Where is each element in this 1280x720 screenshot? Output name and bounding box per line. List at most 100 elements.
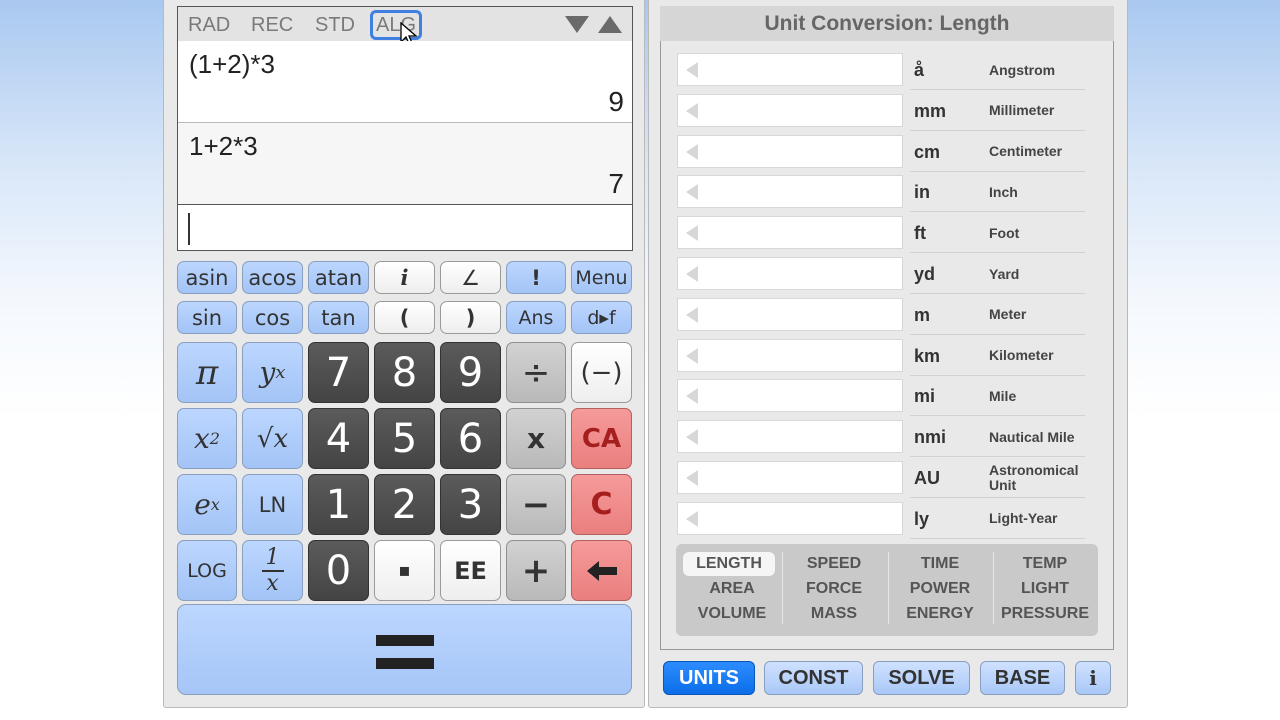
left-arrow-icon[interactable] xyxy=(686,143,698,160)
minus-key[interactable]: − xyxy=(506,474,566,535)
pi-key[interactable]: π xyxy=(177,342,237,403)
category-mass[interactable]: MASS xyxy=(782,602,886,626)
unit-value-input[interactable] xyxy=(677,501,903,535)
tab-const[interactable]: CONST xyxy=(764,661,863,695)
acos-key[interactable]: acos xyxy=(242,261,303,294)
digit-0-key[interactable]: 0 xyxy=(308,540,369,601)
mode-rad-button[interactable]: RAD xyxy=(188,13,230,37)
unit-value-input[interactable] xyxy=(677,175,903,209)
exp-key[interactable]: ex xyxy=(177,474,237,535)
unit-value-input[interactable] xyxy=(677,93,903,127)
atan-key[interactable]: atan xyxy=(308,261,369,294)
tab-solve[interactable]: SOLVE xyxy=(873,661,970,695)
left-arrow-icon[interactable] xyxy=(686,306,698,323)
equals-icon-top xyxy=(376,635,434,646)
clear-key[interactable]: C xyxy=(571,474,632,535)
divide-key[interactable]: ÷ xyxy=(506,342,566,403)
sin-key[interactable]: sin xyxy=(177,301,237,334)
digit-4-key[interactable]: 4 xyxy=(308,408,369,469)
ans-key[interactable]: Ans xyxy=(506,301,566,334)
ln-key[interactable]: LN xyxy=(242,474,303,535)
category-pressure[interactable]: PRESSURE xyxy=(993,602,1097,626)
power-key[interactable]: yx xyxy=(242,342,303,403)
category-light[interactable]: LIGHT xyxy=(993,577,1097,601)
multiply-key[interactable]: x xyxy=(506,408,566,469)
left-arrow-icon[interactable] xyxy=(686,266,698,282)
left-arrow-icon[interactable] xyxy=(686,102,698,119)
scroll-up-icon[interactable] xyxy=(598,16,622,33)
digit-3-key[interactable]: 3 xyxy=(440,474,501,535)
expression-input[interactable] xyxy=(177,204,633,251)
sqrt-key[interactable]: √x xyxy=(242,408,303,469)
left-arrow-icon[interactable] xyxy=(686,225,698,242)
units-panel-title: Unit Conversion: Length xyxy=(660,6,1114,42)
digit-1-key[interactable]: 1 xyxy=(308,474,369,535)
tab-base[interactable]: BASE xyxy=(980,661,1065,695)
menu-key[interactable]: Menu xyxy=(571,261,632,294)
unit-value-input[interactable] xyxy=(677,53,903,86)
unit-value-input[interactable] xyxy=(677,461,903,494)
equals-key[interactable] xyxy=(177,604,632,695)
unit-value-input[interactable] xyxy=(677,420,903,454)
negate-key[interactable]: (−) xyxy=(571,342,632,403)
unit-value-input[interactable] xyxy=(677,257,903,290)
unit-value-input[interactable] xyxy=(677,216,903,250)
square-key[interactable]: x2 xyxy=(177,408,237,469)
digit-2-key[interactable]: 2 xyxy=(374,474,435,535)
unit-value-input[interactable] xyxy=(677,134,903,168)
reciprocal-numerator: 1 xyxy=(265,544,280,570)
backspace-key[interactable] xyxy=(571,540,632,601)
tan-key[interactable]: tan xyxy=(308,301,369,334)
history-entry[interactable]: (1+2)*3 9 xyxy=(178,41,632,122)
category-temp[interactable]: TEMP xyxy=(993,552,1097,576)
left-arrow-icon[interactable] xyxy=(686,429,698,446)
left-arrow-icon[interactable] xyxy=(686,62,698,78)
open-paren-key[interactable]: ( xyxy=(374,301,435,334)
digit-9-key[interactable]: 9 xyxy=(440,342,501,403)
plus-key[interactable]: + xyxy=(506,540,566,601)
unit-value-input[interactable] xyxy=(677,379,903,413)
decimal-to-fraction-key[interactable]: d▸f xyxy=(571,301,632,334)
factorial-key[interactable]: ! xyxy=(506,261,566,294)
mode-rec-button[interactable]: REC xyxy=(251,13,293,37)
unit-value-input[interactable] xyxy=(677,338,903,372)
category-energy[interactable]: ENERGY xyxy=(888,602,992,626)
asin-key[interactable]: asin xyxy=(177,261,237,294)
reciprocal-denominator: x xyxy=(266,570,279,596)
angle-key[interactable]: ∠ xyxy=(440,261,501,294)
digit-8-key[interactable]: 8 xyxy=(374,342,435,403)
unit-abbreviation: nmi xyxy=(914,427,947,448)
tab-units[interactable]: UNITS xyxy=(663,661,755,695)
log-key[interactable]: LOG xyxy=(177,540,237,601)
digit-7-key[interactable]: 7 xyxy=(308,342,369,403)
left-arrow-icon[interactable] xyxy=(686,388,698,405)
unit-row: m Meter xyxy=(675,295,1085,335)
cos-key[interactable]: cos xyxy=(242,301,303,334)
category-length[interactable]: LENGTH xyxy=(683,552,775,576)
category-power[interactable]: POWER xyxy=(888,577,992,601)
digit-6-key[interactable]: 6 xyxy=(440,408,501,469)
category-area[interactable]: AREA xyxy=(680,577,784,601)
ee-key[interactable]: EE xyxy=(440,540,501,601)
unit-abbreviation: cm xyxy=(914,141,941,162)
left-arrow-icon[interactable] xyxy=(686,184,698,201)
clear-all-key[interactable]: CA xyxy=(571,408,632,469)
reciprocal-key[interactable]: 1 x xyxy=(242,540,303,601)
category-volume[interactable]: VOLUME xyxy=(680,602,784,626)
mode-std-button[interactable]: STD xyxy=(315,13,355,37)
left-arrow-icon[interactable] xyxy=(686,510,698,527)
category-speed[interactable]: SPEED xyxy=(782,552,886,576)
decimal-point-key[interactable]: ▪ xyxy=(374,540,435,601)
close-paren-key[interactable]: ) xyxy=(440,301,501,334)
category-column: LENGTH AREA VOLUME xyxy=(680,549,784,629)
history-entry[interactable]: 1+2*3 7 xyxy=(178,122,632,204)
imaginary-key[interactable]: i xyxy=(374,261,435,294)
unit-value-input[interactable] xyxy=(677,297,903,331)
category-time[interactable]: TIME xyxy=(888,552,992,576)
digit-5-key[interactable]: 5 xyxy=(374,408,435,469)
left-arrow-icon[interactable] xyxy=(686,470,698,486)
category-force[interactable]: FORCE xyxy=(782,577,886,601)
scroll-down-icon[interactable] xyxy=(565,16,589,33)
left-arrow-icon[interactable] xyxy=(686,347,698,364)
info-button[interactable]: i xyxy=(1075,661,1111,695)
